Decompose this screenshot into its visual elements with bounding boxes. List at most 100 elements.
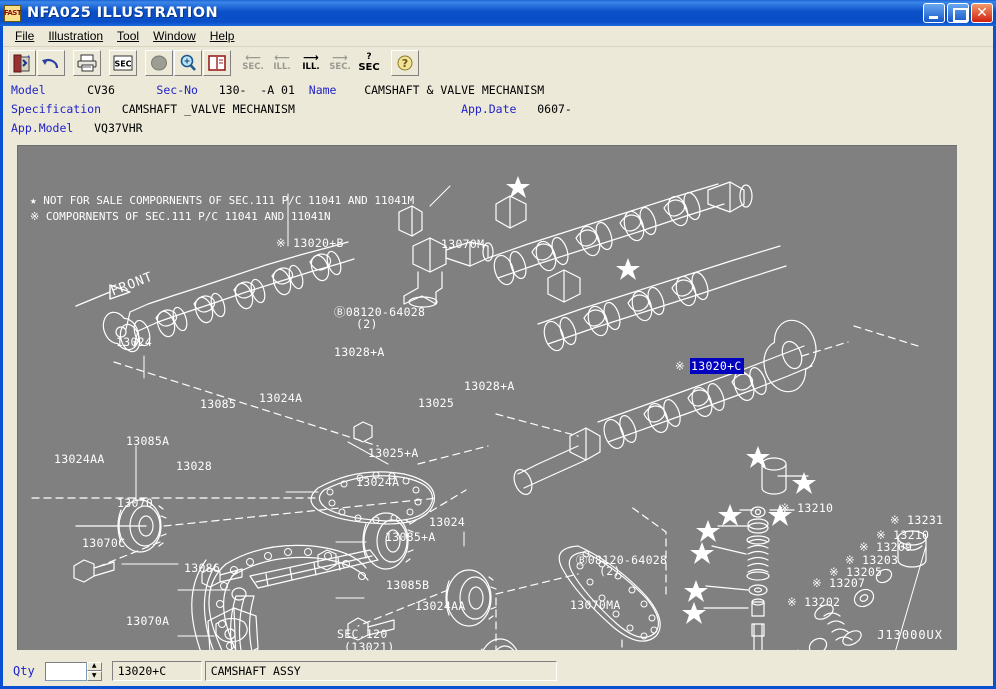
info-row-model: Model CV36 Sec-No 130- -A 01 Name CAMSHA… [11, 81, 993, 100]
undo-button[interactable] [37, 50, 65, 76]
exit-icon [13, 54, 30, 72]
menu-item-tool[interactable]: Tool [111, 28, 147, 44]
exit-button[interactable] [8, 50, 36, 76]
appmodel-value: VQ37VHR [94, 121, 143, 135]
bolt-13024aa-left [73, 559, 115, 583]
maximize-button[interactable] [947, 3, 969, 23]
part-label[interactable]: ※ 13207 [812, 576, 865, 590]
prev-ill-label: ILL. [273, 62, 291, 73]
menu-label-window: Window [153, 29, 196, 43]
part-label[interactable]: 13085+A [385, 530, 436, 544]
menu-label-help: Help [209, 29, 235, 43]
part-label[interactable]: Ⓑ08120-64028 [576, 552, 667, 568]
window-controls: ✕ [923, 3, 993, 23]
close-button[interactable]: ✕ [971, 3, 993, 23]
part-label[interactable]: SEC.120 [337, 627, 388, 641]
circle-select-button[interactable] [145, 50, 173, 76]
minimize-button[interactable] [923, 3, 945, 23]
model-label: Model [11, 83, 46, 97]
menu-item-help[interactable]: Help [204, 28, 243, 44]
qty-input[interactable] [44, 661, 87, 681]
menu-item-file[interactable]: File [9, 28, 42, 44]
prev-illustration-button[interactable]: ⟵ ILL. [268, 50, 296, 76]
prev-sec-label: SEC. [242, 62, 264, 73]
part-label[interactable]: 13028+A [334, 345, 385, 359]
part-label[interactable]: 13085B [386, 578, 429, 592]
part-label[interactable]: 13024A [259, 391, 302, 405]
next-ill-label: ILL. [302, 62, 320, 73]
specification-value: CAMSHAFT _VALVE MECHANISM [121, 102, 295, 116]
sec-icon: SEC [113, 55, 133, 71]
secno-value: 130- -A 01 [218, 83, 295, 97]
leader-lines [121, 185, 927, 650]
left-arrow-icon: ⟵ [245, 51, 261, 65]
toolbar-separator-4 [232, 50, 239, 76]
help-sec-label: SEC [358, 62, 380, 73]
help-sec-icon: ? SEC [358, 53, 379, 73]
print-button[interactable] [73, 50, 101, 76]
camshaft-right-lower [537, 245, 787, 352]
part-label[interactable]: 13025+A [368, 446, 419, 460]
part-label[interactable]: 13028+A [464, 379, 515, 393]
qty-increment-button[interactable]: ▲ [86, 661, 102, 671]
part-label[interactable]: 13085 [200, 397, 236, 411]
part-label[interactable]: (2) [356, 317, 378, 331]
part-label[interactable]: 13070C [82, 536, 125, 550]
part-label[interactable]: 13085A [126, 434, 169, 448]
illustration-note-2: ※ COMPORNENTS OF SEC.111 P/C 11041 AND 1… [30, 210, 331, 223]
right-arrow-icon: ⟶ [303, 51, 319, 65]
part-label[interactable]: ※ 13020+B [276, 236, 344, 250]
part-label[interactable]: ※ 13202 [787, 595, 840, 609]
qty-decrement-button[interactable]: ▼ [86, 671, 102, 681]
illustration-canvas[interactable]: FRONT ★ NOT FOR SALE COMPORNENTS OF SEC.… [17, 145, 957, 650]
menu-item-window[interactable]: Window [147, 28, 204, 44]
part-label[interactable]: ※ 13209 [859, 540, 912, 554]
prev-ill-icon: ⟵ ILL. [273, 52, 291, 73]
part-label[interactable]: 13086 [184, 561, 220, 575]
info-row-appmodel: App.Model VQ37VHR [11, 119, 993, 138]
appdate-label: App.Date [461, 102, 517, 116]
part-label[interactable]: ※ 13210 [780, 501, 833, 515]
assembly-dashed-lines [31, 325, 919, 650]
section-button[interactable]: SEC [109, 50, 137, 76]
next-section-button[interactable]: ⟶ SEC. [326, 50, 354, 76]
part-label[interactable]: 13024AA [415, 599, 466, 613]
part-label[interactable]: 13070MA [570, 598, 621, 612]
part-label-selected[interactable]: 13020+C [690, 358, 744, 374]
part-label[interactable]: Ⓑ08120-64028 [334, 304, 425, 320]
part-label[interactable]: 13070M [441, 237, 484, 251]
part-label[interactable]: 13024AA [54, 452, 105, 466]
chain-guide-13085 [249, 549, 379, 589]
print-icon [77, 54, 96, 72]
part-label[interactable]: 13070A [126, 614, 169, 628]
valve-lifter-upper [398, 205, 423, 237]
next-illustration-button[interactable]: ⟶ ILL. [297, 50, 325, 76]
part-label[interactable]: (2) [599, 564, 621, 578]
section-help-button[interactable]: ? SEC [355, 50, 383, 76]
qty-label: Qty [13, 664, 35, 678]
part-label[interactable]: 13024 [429, 515, 465, 529]
zoom-button[interactable] [174, 50, 202, 76]
part-label[interactable]: 13024 [116, 335, 152, 349]
part-label[interactable]: (13021) [344, 640, 395, 650]
part-label[interactable]: 13070 [117, 496, 153, 510]
next-sec-icon: ⟶ SEC. [329, 52, 350, 72]
part-label[interactable]: 13024A [356, 475, 399, 489]
qty-stepper[interactable]: ▲ ▼ [86, 661, 102, 681]
svg-text:?: ? [402, 57, 408, 70]
specification-label: Specification [11, 102, 102, 116]
menu-label-illustration: Illustration [48, 29, 104, 43]
name-label: Name [308, 83, 337, 97]
part-label[interactable]: 13025 [418, 396, 454, 410]
part-label[interactable]: 13028 [176, 459, 212, 473]
client-area: File Illustration Tool Window Help SEC ⟵… [3, 26, 993, 686]
toolbar-separator-5 [384, 50, 391, 76]
illustration-watermark: J13000UX [877, 628, 943, 642]
about-button[interactable]: ? [391, 50, 419, 76]
catalog-button[interactable] [203, 50, 231, 76]
menu-item-illustration[interactable]: Illustration [42, 28, 111, 44]
menu-label-tool: Tool [117, 29, 140, 43]
prev-section-button[interactable]: ⟵ SEC. [239, 50, 267, 76]
part-label[interactable]: ※ 13231 [890, 513, 943, 527]
window-title: NFA025 ILLUSTRATION [27, 5, 218, 21]
